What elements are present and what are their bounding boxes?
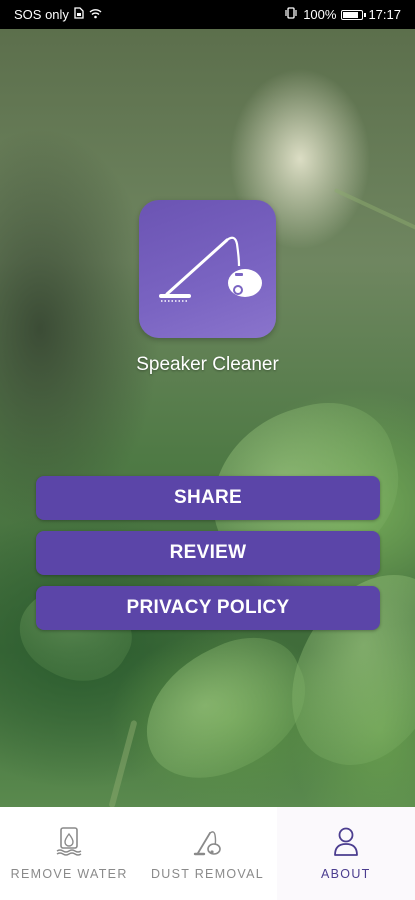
vacuum-icon: [194, 831, 222, 856]
status-left: SOS only: [14, 7, 102, 22]
bottom-navigation: REMOVE WATER DUST REMOVAL ABOUT: [0, 807, 415, 900]
nav-label-remove-water: REMOVE WATER: [10, 867, 128, 881]
sim-icon: [74, 7, 84, 22]
app-logo: [139, 200, 276, 338]
status-bar: SOS only 100% 17:17: [0, 0, 415, 29]
wifi-icon: [89, 7, 102, 22]
nav-dust-removal[interactable]: DUST REMOVAL: [138, 807, 276, 900]
nav-label-dust-removal: DUST REMOVAL: [150, 867, 265, 881]
vacuum-cleaner-icon: [159, 236, 262, 302]
vibrate-icon: [284, 7, 298, 22]
share-button[interactable]: SHARE: [36, 476, 380, 520]
nav-about[interactable]: ABOUT: [276, 807, 415, 900]
battery-percent: 100%: [303, 7, 337, 22]
clock: 17:17: [368, 7, 401, 22]
battery-icon: [341, 9, 367, 20]
nav-remove-water[interactable]: REMOVE WATER: [0, 807, 138, 900]
nav-label-about: ABOUT: [321, 867, 371, 881]
water-drop-speaker-icon: [56, 827, 82, 856]
person-icon: [333, 827, 358, 856]
review-button[interactable]: REVIEW: [36, 531, 380, 575]
privacy-policy-button[interactable]: PRIVACY POLICY: [36, 586, 380, 630]
carrier-text: SOS only: [14, 7, 69, 22]
status-right: 100% 17:17: [284, 7, 401, 22]
background-image: [0, 29, 415, 807]
app-name: Speaker Cleaner: [136, 354, 279, 375]
